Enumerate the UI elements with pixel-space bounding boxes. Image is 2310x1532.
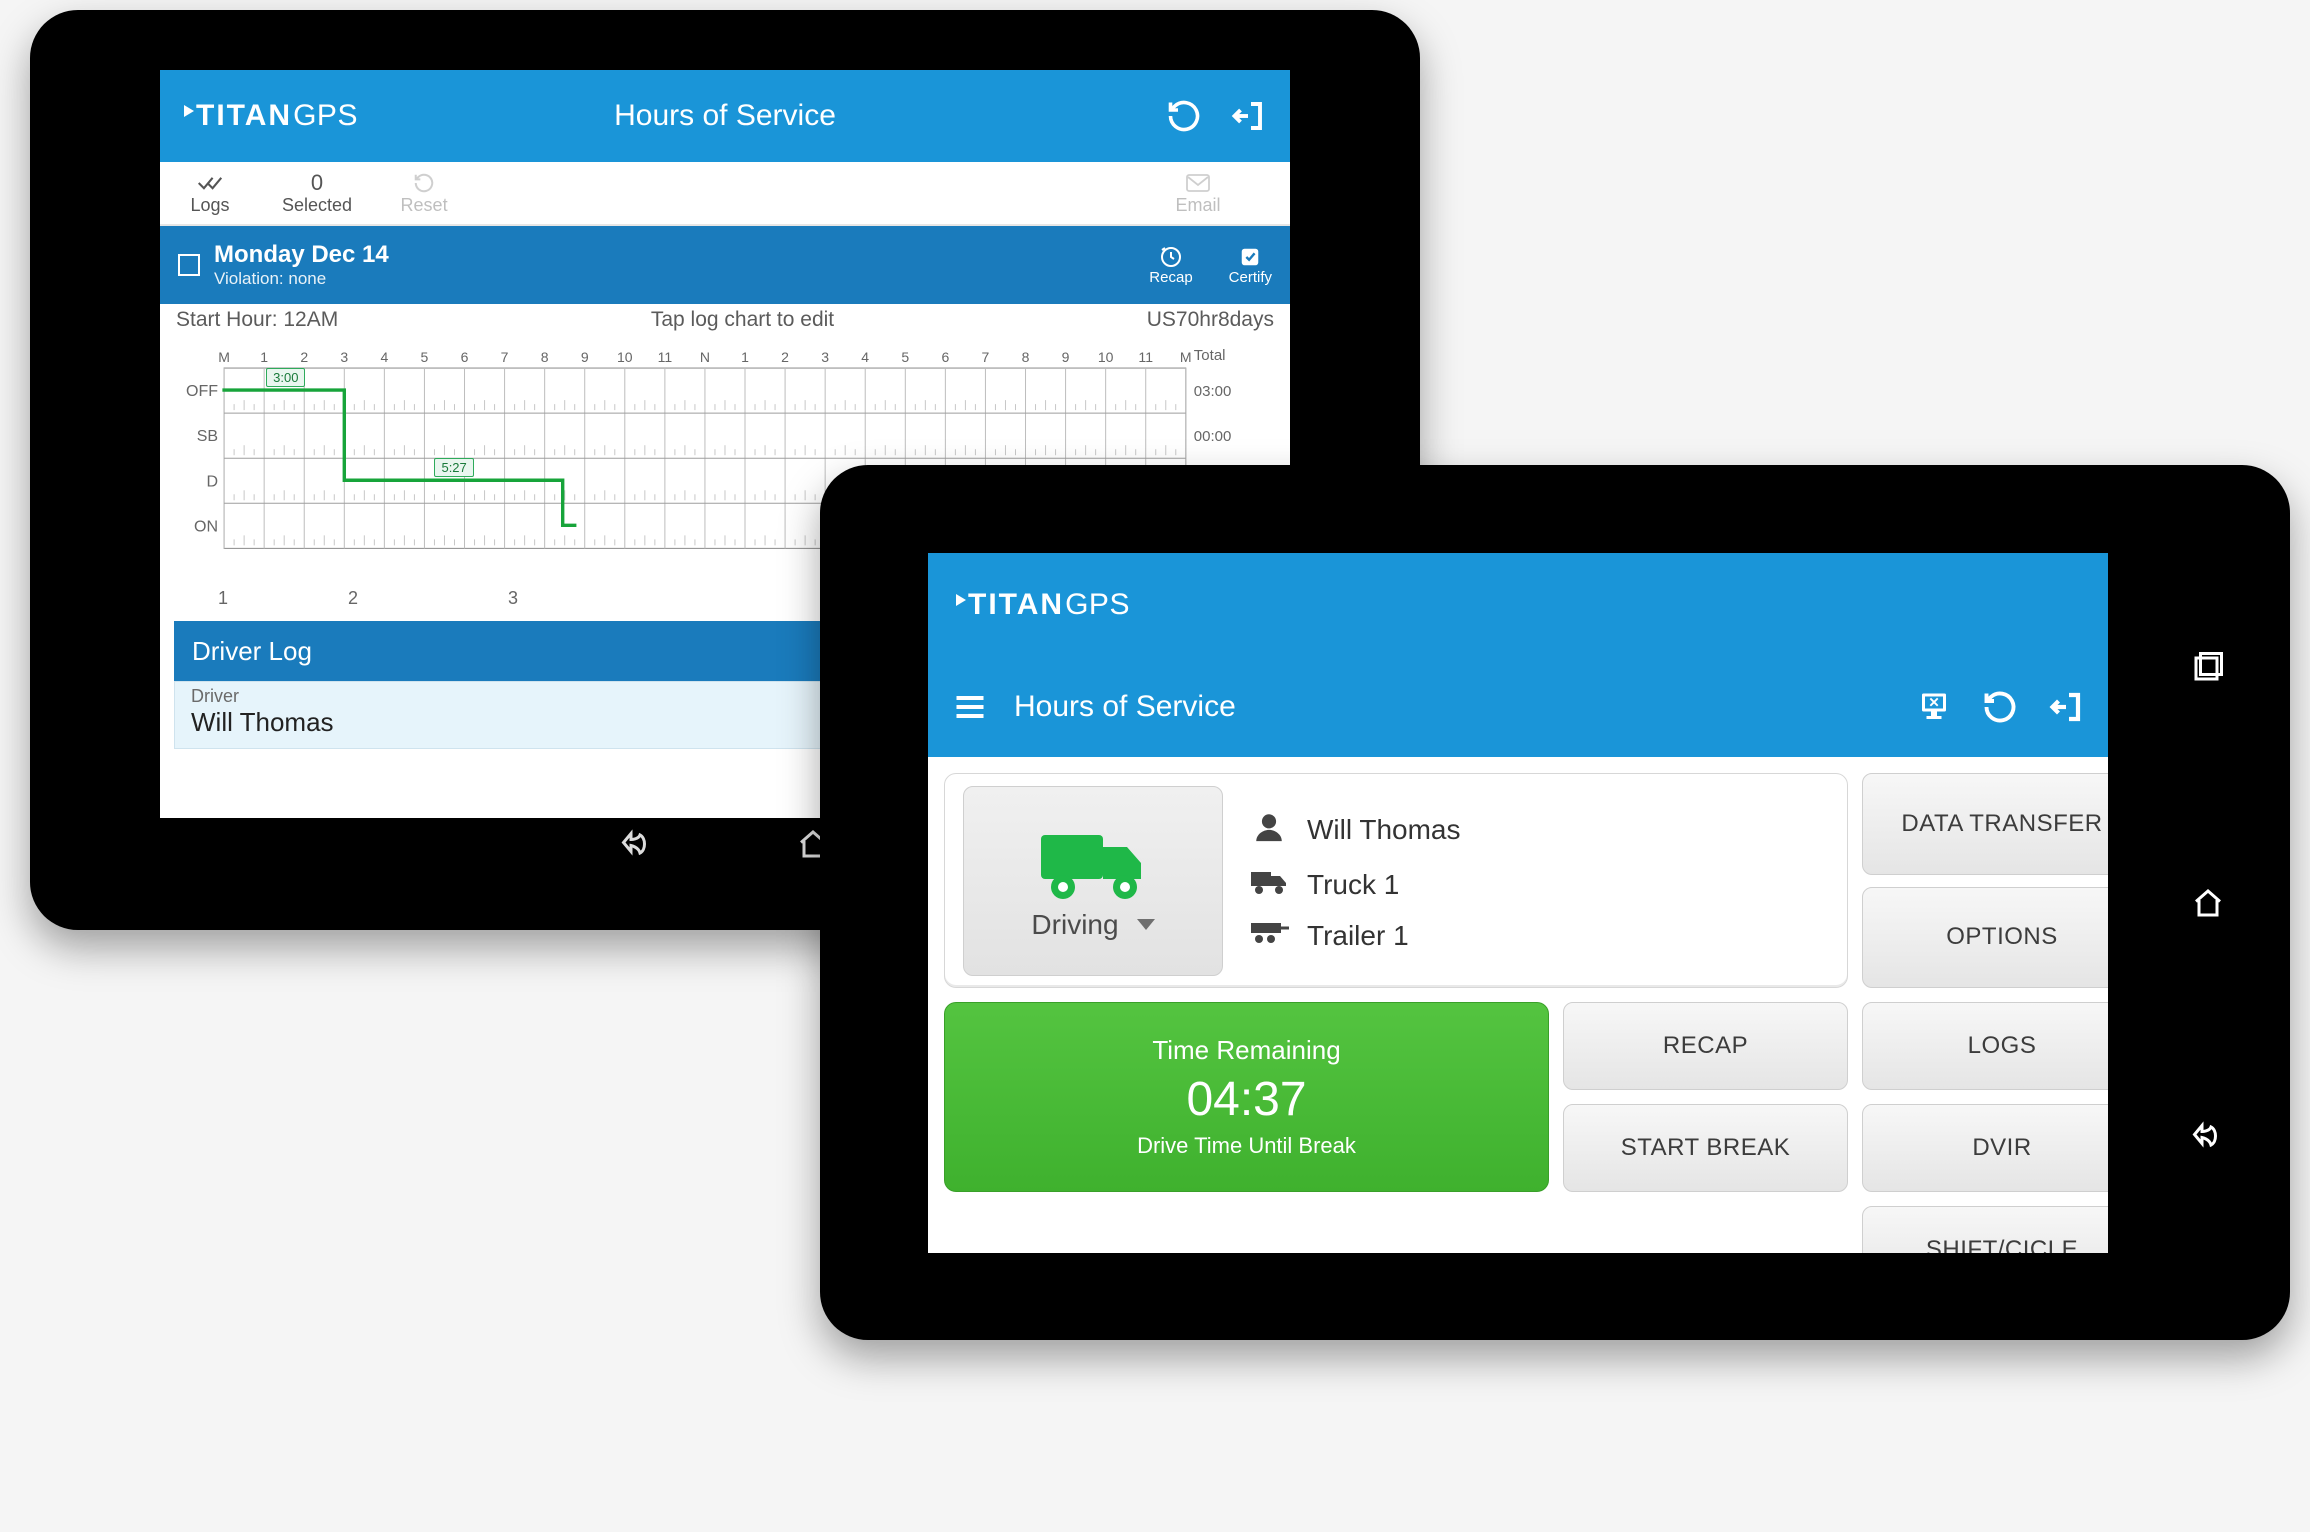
status-card: Driving Will Thomas Truck 1 Trailer 1: [944, 773, 1848, 988]
back-icon[interactable]: [2190, 1118, 2226, 1154]
chevron-down-icon: [1137, 919, 1155, 930]
svg-text:2: 2: [300, 349, 308, 365]
time-remaining-card[interactable]: Time Remaining 04:37 Drive Time Until Br…: [944, 1002, 1549, 1192]
svg-text:5: 5: [421, 349, 429, 365]
svg-text:N: N: [700, 349, 710, 365]
dashboard-grid: Driving Will Thomas Truck 1 Trailer 1: [928, 757, 2108, 1253]
back-icon[interactable]: [619, 826, 655, 862]
start-break-button[interactable]: START BREAK: [1563, 1104, 1848, 1192]
svg-text:00:00: 00:00: [1194, 428, 1232, 445]
chart-info-row: Start Hour: 12AM Tap log chart to edit U…: [160, 304, 1290, 336]
connection-error-icon[interactable]: ✕: [1916, 689, 1952, 725]
person-icon: [1249, 810, 1289, 851]
svg-text:1: 1: [741, 349, 749, 365]
data-transfer-button[interactable]: DATA TRANSFER: [1862, 773, 2108, 875]
trailer-icon: [1249, 920, 1289, 952]
svg-text:6: 6: [461, 349, 469, 365]
hos-dashboard-tablet: TITANGPS Hours of Service ✕: [820, 465, 2290, 1340]
svg-text:ON: ON: [194, 517, 218, 535]
day-date: Monday Dec 14: [214, 241, 389, 269]
duty-status-selector[interactable]: Driving: [963, 786, 1223, 976]
svg-text:5: 5: [901, 349, 909, 365]
svg-text:10: 10: [617, 349, 633, 365]
app-header: Hours of Service ✕: [928, 657, 2108, 757]
svg-text:SB: SB: [197, 427, 218, 445]
driver-log-title: Driver Log: [192, 636, 312, 667]
logout-icon[interactable]: [1230, 98, 1266, 134]
svg-text:7: 7: [982, 349, 990, 365]
svg-text:M: M: [218, 349, 230, 365]
status-label: Driving: [1031, 909, 1118, 941]
svg-text:9: 9: [581, 349, 589, 365]
svg-text:10: 10: [1098, 349, 1114, 365]
start-hour: Start Hour: 12AM: [176, 308, 338, 332]
truck-small-icon: [1249, 869, 1289, 902]
reset-button[interactable]: Reset: [394, 171, 454, 216]
logs-button[interactable]: LOGS: [1862, 1002, 2108, 1090]
logs-label: Logs: [190, 195, 229, 216]
svg-text:1: 1: [260, 349, 268, 365]
driver-row: Will Thomas: [1249, 810, 1461, 851]
dvir-button[interactable]: DVIR: [1862, 1104, 2108, 1192]
svg-text:8: 8: [1022, 349, 1030, 365]
svg-text:7: 7: [501, 349, 509, 365]
selected-count: 0 Selected: [282, 171, 352, 216]
svg-text:9: 9: [1062, 349, 1070, 365]
svg-text:Total: Total: [1194, 347, 1226, 364]
day-violation: Violation: none: [214, 269, 389, 289]
svg-text:M: M: [1180, 349, 1192, 365]
brand-banner: TITANGPS: [928, 553, 2108, 657]
svg-text:✕: ✕: [1928, 695, 1939, 710]
day-header: Monday Dec 14 Violation: none Recap Cert…: [160, 226, 1290, 304]
hos-dashboard-screen: TITANGPS Hours of Service ✕: [928, 553, 2108, 1253]
chart-hint: Tap log chart to edit: [651, 308, 834, 332]
trailer-row: Trailer 1: [1249, 920, 1461, 952]
refresh-icon[interactable]: [1982, 689, 2018, 725]
email-button[interactable]: Email: [1168, 171, 1228, 216]
recap-button[interactable]: Recap: [1149, 245, 1192, 286]
svg-text:3: 3: [340, 349, 348, 365]
hos-rule: US70hr8days: [1147, 308, 1274, 332]
svg-text:8: 8: [541, 349, 549, 365]
home-icon[interactable]: [2190, 885, 2226, 921]
brand-logo: TITANGPS: [184, 99, 358, 133]
svg-text:11: 11: [658, 349, 673, 365]
svg-text:D: D: [207, 472, 219, 490]
page-title: Hours of Service: [1014, 690, 1236, 724]
menu-icon[interactable]: [952, 689, 988, 725]
svg-text:OFF: OFF: [186, 382, 218, 400]
off-duration-badge: 3:00: [266, 368, 305, 387]
recents-icon[interactable]: [2190, 652, 2226, 688]
logs-toggle[interactable]: Logs: [180, 171, 240, 216]
log-toolbar: Logs 0 Selected Reset Email: [160, 162, 1290, 226]
shift-cycle-button[interactable]: SHIFT/CICLE: [1862, 1206, 2108, 1253]
truck-row: Truck 1: [1249, 869, 1461, 902]
certify-button[interactable]: Certify: [1229, 245, 1272, 286]
svg-text:2: 2: [781, 349, 789, 365]
time-title: Time Remaining: [1152, 1035, 1340, 1066]
logout-icon[interactable]: [2048, 689, 2084, 725]
system-side-nav: [2182, 553, 2234, 1253]
refresh-icon[interactable]: [1166, 98, 1202, 134]
svg-text:03:00: 03:00: [1194, 383, 1232, 400]
svg-text:6: 6: [941, 349, 949, 365]
drive-duration-badge: 5:27: [434, 458, 473, 477]
svg-text:3: 3: [821, 349, 829, 365]
time-value: 04:37: [1186, 1072, 1306, 1127]
truck-icon: [1033, 821, 1153, 903]
recap-button[interactable]: RECAP: [1563, 1002, 1848, 1090]
options-button[interactable]: OPTIONS: [1862, 887, 2108, 989]
svg-text:4: 4: [380, 349, 388, 365]
svg-text:11: 11: [1138, 349, 1153, 365]
day-checkbox[interactable]: [178, 254, 200, 276]
svg-text:4: 4: [861, 349, 869, 365]
time-subtitle: Drive Time Until Break: [1137, 1133, 1356, 1159]
vehicle-info: Will Thomas Truck 1 Trailer 1: [1249, 810, 1461, 952]
app-header: TITANGPS Hours of Service: [160, 70, 1290, 162]
